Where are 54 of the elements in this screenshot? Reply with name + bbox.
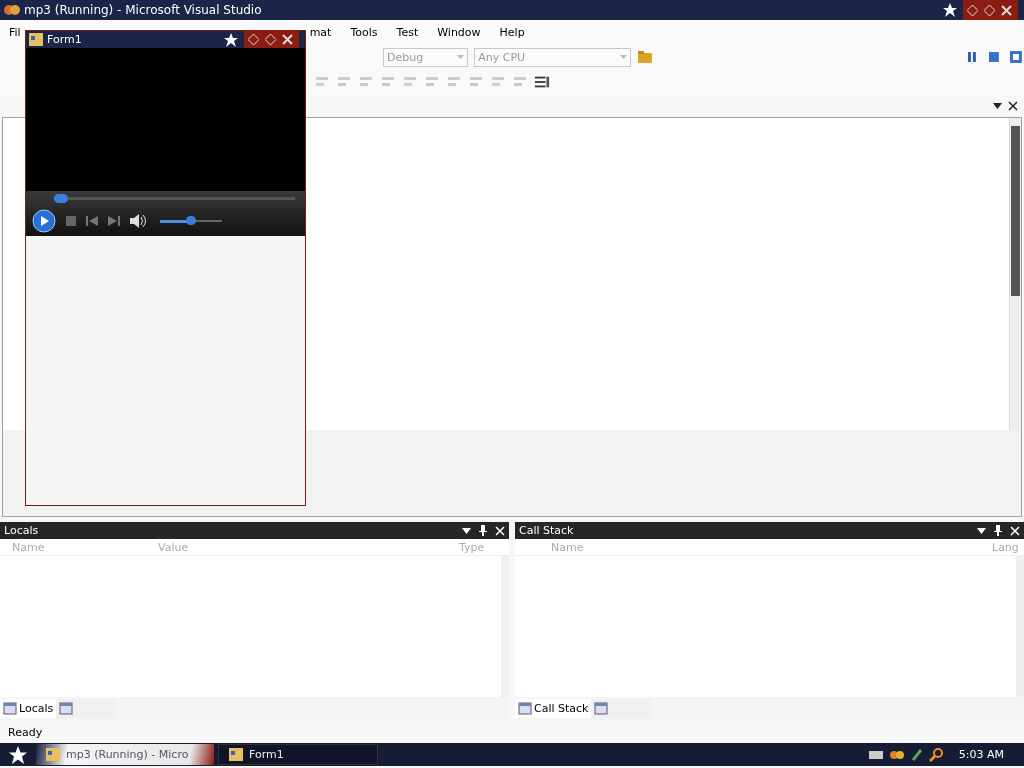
- seek-thumb[interactable]: [54, 193, 69, 203]
- window-icon: [594, 702, 609, 715]
- pane-tab[interactable]: Locals: [0, 699, 57, 718]
- menu-item[interactable]: mat: [309, 24, 332, 41]
- caret-icon: [457, 55, 465, 59]
- pane-title: Call Stack: [519, 524, 575, 537]
- play-icon[interactable]: [32, 208, 56, 233]
- status-text: Ready: [7, 724, 44, 741]
- dropdown-icon[interactable]: [977, 527, 986, 534]
- menu-item[interactable]: Test: [396, 24, 419, 41]
- volume-slider[interactable]: [160, 219, 222, 222]
- app-icon: [46, 748, 60, 761]
- dropdown-icon[interactable]: [993, 103, 1002, 109]
- pane-title: Locals: [4, 524, 40, 537]
- scroll-thumb[interactable]: [1011, 126, 1020, 296]
- pane-tab[interactable]: [56, 699, 117, 718]
- star-icon[interactable]: [943, 3, 957, 17]
- volume-thumb[interactable]: [186, 215, 196, 225]
- keyboard-icon: [868, 750, 883, 759]
- tray-icon[interactable]: [888, 748, 905, 761]
- window-icon: [3, 702, 17, 715]
- search-icon[interactable]: [928, 747, 943, 762]
- star-icon[interactable]: [224, 32, 238, 47]
- clock: 5:03 AM: [958, 748, 1004, 761]
- speaker-icon[interactable]: [130, 213, 146, 228]
- pin-icon[interactable]: [994, 525, 1002, 536]
- pane-tab[interactable]: [591, 699, 652, 718]
- pane-tab[interactable]: Call Stack: [515, 699, 592, 718]
- taskbar-button[interactable]: mp3 (Running) - Micro: [36, 744, 214, 765]
- window-title: Form1: [47, 33, 82, 46]
- menu-item[interactable]: Window: [437, 24, 481, 41]
- folder-icon[interactable]: [636, 49, 653, 65]
- tray-icon[interactable]: [910, 747, 923, 762]
- scrollbar[interactable]: [1009, 118, 1021, 430]
- menu-item[interactable]: Help: [499, 24, 525, 41]
- form-icon: [29, 33, 43, 46]
- restart-icon[interactable]: [1008, 49, 1024, 65]
- menu-item[interactable]: Fil: [9, 24, 21, 41]
- dropdown-icon[interactable]: [462, 527, 471, 534]
- window-title: mp3 (Running) - Microsoft Visual Studio: [24, 3, 262, 17]
- window-icon: [59, 702, 74, 715]
- start-star-icon[interactable]: [9, 745, 27, 764]
- previous-icon[interactable]: [86, 215, 98, 226]
- stop-icon[interactable]: [66, 215, 76, 226]
- tab-order-icon[interactable]: [534, 74, 550, 90]
- next-icon[interactable]: [108, 215, 120, 226]
- caret-icon: [619, 55, 627, 59]
- menu-item[interactable]: Tools: [350, 24, 378, 41]
- close-icon[interactable]: [1008, 101, 1018, 111]
- pin-icon[interactable]: [479, 525, 487, 536]
- window-icon: [518, 702, 532, 715]
- taskbar-button[interactable]: Form1: [218, 744, 378, 765]
- app-icon: [4, 3, 20, 17]
- app-icon: [229, 748, 243, 761]
